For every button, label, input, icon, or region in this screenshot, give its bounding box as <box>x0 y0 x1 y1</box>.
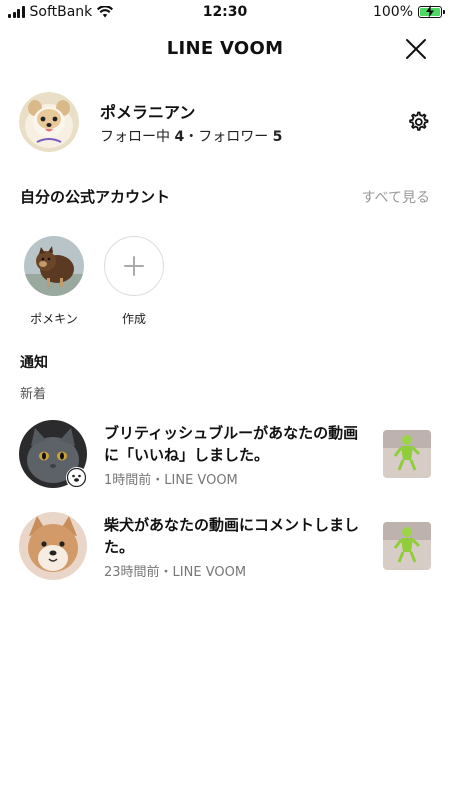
close-button[interactable] <box>404 37 428 61</box>
page-title: LINE VOOM <box>166 38 284 59</box>
shiba-dog-image <box>19 512 87 580</box>
status-bar: SoftBank 12:30 100% <box>0 0 450 26</box>
stats-separator: ・ <box>184 129 199 145</box>
pomeranian-avatar-image <box>19 92 79 152</box>
following-count: 4 <box>174 129 185 145</box>
gear-icon <box>409 111 429 131</box>
notifications-subtitle: 新着 <box>20 387 47 402</box>
status-right: 100% <box>372 4 445 20</box>
reaction-icon <box>66 467 87 488</box>
video-thumbnail-image <box>383 522 431 570</box>
official-accounts-title: 自分の公式アカウント <box>20 188 171 206</box>
settings-button[interactable] <box>406 110 430 134</box>
pomeranian-account-image <box>24 236 84 296</box>
battery-percent: 100% <box>372 4 413 20</box>
followers-label: フォロワー <box>198 129 269 145</box>
profile-name: ポメラニアン <box>100 103 196 122</box>
account-avatar <box>24 236 84 296</box>
followers-count: 5 <box>272 129 283 145</box>
notification-meta: 23時間前・LINE VOOM <box>104 565 247 580</box>
battery-icon <box>418 5 445 18</box>
plus-icon <box>124 256 144 276</box>
video-thumbnail[interactable] <box>383 430 431 478</box>
video-thumbnail-image <box>383 430 431 478</box>
notification-item[interactable]: 柴犬があなたの動画にコメントしました。 23時間前・LINE VOOM <box>0 512 450 592</box>
account-label: 作成 <box>121 312 146 326</box>
following-label: フォロー中 <box>100 129 170 145</box>
add-account-circle <box>104 236 164 296</box>
like-badge <box>66 467 88 489</box>
video-thumbnail[interactable] <box>383 522 431 570</box>
official-account-pomekin[interactable]: ポメキン <box>22 236 86 327</box>
notification-avatar <box>19 512 87 580</box>
profile-avatar[interactable] <box>19 92 79 152</box>
notification-item[interactable]: ブリティッシュブルーがあなたの動画に「いいね」しました。 1時間前・LINE V… <box>0 420 450 500</box>
notification-meta: 1時間前・LINE VOOM <box>104 473 238 488</box>
see-all-link[interactable]: すべて見る <box>362 187 430 207</box>
notifications-title: 通知 <box>20 355 48 371</box>
account-label: ポメキン <box>30 312 78 326</box>
create-account-button[interactable]: 作成 <box>102 236 166 327</box>
notification-text: ブリティッシュブルーがあなたの動画に「いいね」しました。 <box>104 424 359 464</box>
notification-text: 柴犬があなたの動画にコメントしました。 <box>104 516 360 556</box>
close-icon <box>406 39 426 59</box>
profile-follow-stats[interactable]: フォロー中 4・フォロワー 5 <box>100 126 282 146</box>
